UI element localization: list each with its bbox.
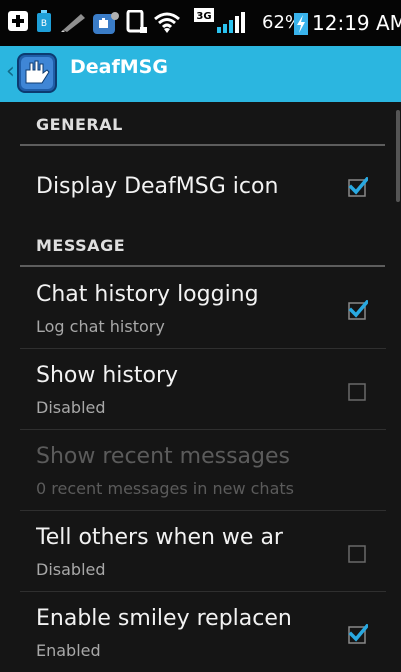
checkbox-checked[interactable] — [348, 624, 368, 644]
pref-tell-others-typing[interactable]: Tell others when we ar Disabled — [20, 512, 386, 592]
app-title: DeafMSG — [70, 56, 168, 78]
screen: B 3G 62% 12:19 AM ‹ DeafMSG GENERAL Disp… — [0, 0, 401, 672]
charging-icon — [294, 13, 308, 35]
svg-text:B: B — [41, 19, 47, 29]
back-caret-icon: ‹ — [6, 59, 15, 84]
checkbox-checked[interactable] — [348, 300, 368, 320]
section-header-general: GENERAL — [20, 102, 385, 146]
network-3g-icon: 3G — [194, 8, 214, 22]
divider — [20, 348, 386, 349]
pref-title: Chat history logging — [36, 282, 259, 307]
pref-summary: Log chat history — [36, 317, 165, 336]
pref-show-history[interactable]: Show history Disabled — [20, 350, 386, 430]
pref-chat-history-logging[interactable]: Chat history logging Log chat history — [20, 270, 386, 348]
deafmsg-notification-icon — [93, 12, 119, 34]
divider — [20, 591, 386, 592]
add-box-icon — [8, 11, 28, 31]
section-header-label: MESSAGE — [36, 236, 126, 255]
settings-list[interactable]: GENERAL Display DeafMSG icon MESSAGE Cha… — [0, 102, 401, 672]
pref-summary: 0 recent messages in new chats — [36, 479, 294, 498]
checkbox-unchecked[interactable] — [348, 381, 368, 401]
pen-icon — [61, 14, 85, 32]
pref-title: Show recent messages — [36, 444, 290, 469]
pref-title: Tell others when we ar — [36, 525, 283, 550]
divider — [20, 429, 386, 430]
clock: 12:19 AM — [312, 11, 401, 35]
nfc-icon — [126, 10, 147, 33]
pref-title: Display DeafMSG icon — [36, 174, 279, 199]
pref-enable-smiley-replacement[interactable]: Enable smiley replacen Enabled — [20, 593, 386, 672]
checkbox-unchecked[interactable] — [348, 543, 368, 563]
pref-title: Enable smiley replacen — [36, 606, 292, 631]
battery-saver-icon: B — [37, 10, 51, 32]
deafmsg-app-icon — [17, 53, 57, 93]
section-header-label: GENERAL — [36, 115, 123, 134]
divider — [20, 510, 386, 511]
pref-show-recent-messages: Show recent messages 0 recent messages i… — [20, 431, 386, 511]
network-3g-label: 3G — [196, 11, 211, 22]
action-bar: ‹ DeafMSG — [0, 46, 401, 102]
up-navigation[interactable]: ‹ DeafMSG — [0, 46, 180, 102]
pref-title: Show history — [36, 363, 179, 388]
status-bar: B 3G 62% 12:19 AM — [0, 0, 401, 46]
checkbox-checked[interactable] — [348, 177, 368, 197]
scrollbar-thumb[interactable] — [396, 110, 400, 202]
pref-summary: Enabled — [36, 641, 101, 660]
pref-summary: Disabled — [36, 398, 106, 417]
wifi-icon — [154, 12, 180, 33]
signal-icon — [217, 12, 245, 33]
section-header-message: MESSAGE — [20, 223, 385, 267]
pref-summary: Disabled — [36, 560, 106, 579]
